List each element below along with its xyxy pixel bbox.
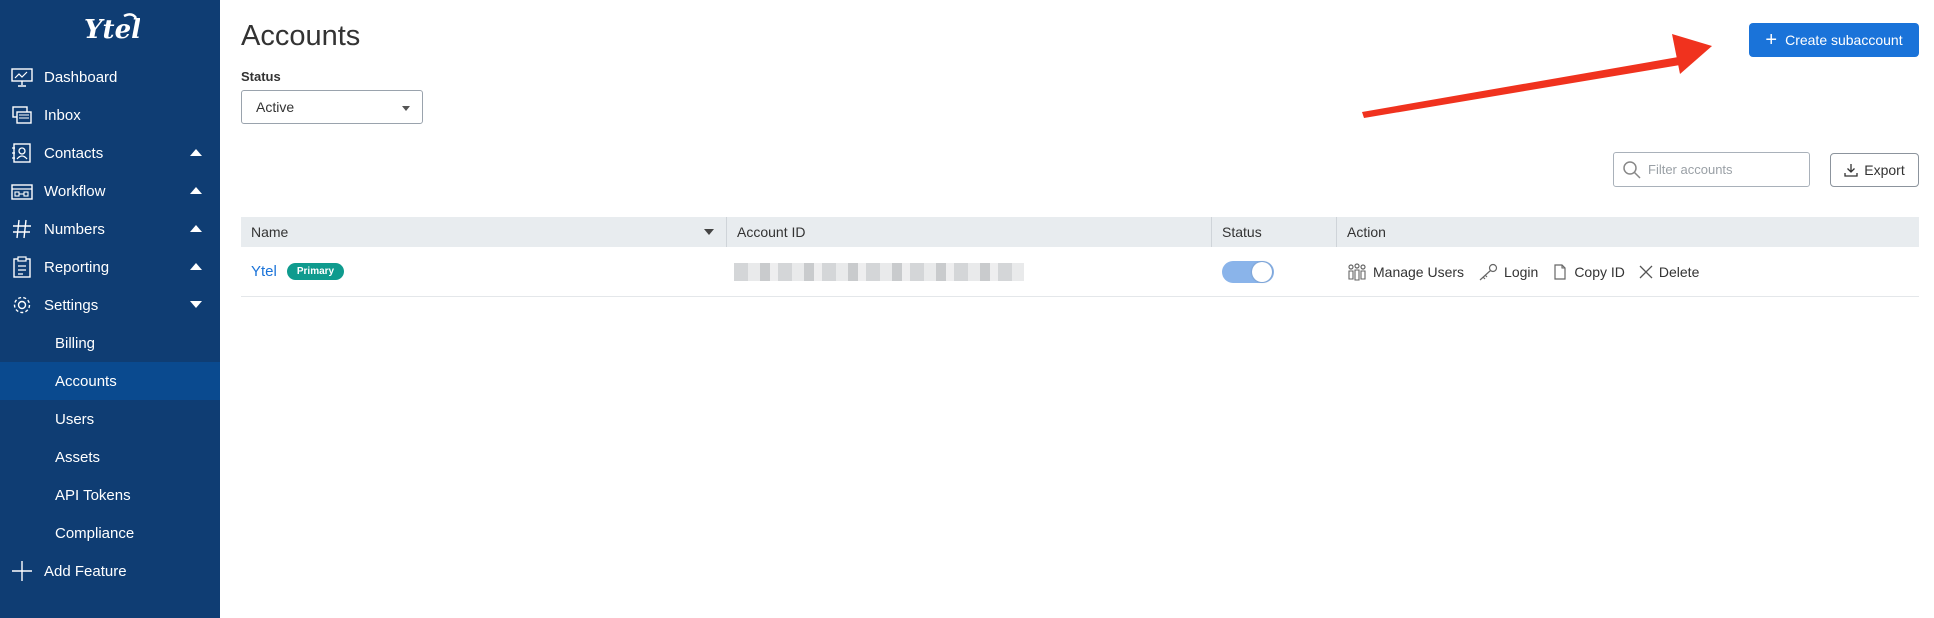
sidebar-item-label: Settings <box>44 296 99 314</box>
table-header: Name Account ID Status Action <box>241 217 1919 247</box>
download-icon <box>1844 164 1858 177</box>
account-name-link[interactable]: Ytel <box>251 263 277 280</box>
column-header-account-id: Account ID <box>727 217 1212 247</box>
filter-accounts-input[interactable] <box>1648 162 1808 177</box>
inbox-icon <box>10 103 34 127</box>
add-feature-label: Add Feature <box>44 562 127 580</box>
sidebar-subitem-accounts[interactable]: Accounts <box>0 362 220 400</box>
filter-accounts-field[interactable] <box>1613 152 1810 187</box>
account-id-cell <box>727 247 1212 296</box>
users-icon <box>1348 262 1366 281</box>
sidebar-item-settings[interactable]: Settings <box>0 286 220 324</box>
status-toggle[interactable] <box>1222 260 1274 283</box>
sidebar-item-reporting[interactable]: Reporting <box>0 248 220 286</box>
key-icon <box>1479 263 1498 280</box>
sidebar-item-label: Contacts <box>44 144 104 162</box>
ytel-logo[interactable]: Ytel <box>0 0 220 58</box>
sidebar-item-inbox[interactable]: Inbox <box>0 96 220 134</box>
chevron-up-icon[interactable] <box>190 263 202 270</box>
sidebar-item-workflow[interactable]: Workflow <box>0 172 220 210</box>
sidebar-subitem-users[interactable]: Users <box>0 400 220 438</box>
manage-users-action[interactable]: Manage Users <box>1347 262 1464 281</box>
sidebar-item-dashboard[interactable]: Dashboard <box>0 58 220 96</box>
chevron-up-icon[interactable] <box>190 225 202 232</box>
export-label: Export <box>1864 162 1905 178</box>
close-icon <box>1639 265 1653 278</box>
account-name-cell: Ytel Primary <box>241 247 727 296</box>
chevron-up-icon[interactable] <box>190 187 202 194</box>
sidebar-subitem-assets[interactable]: Assets <box>0 438 220 476</box>
reporting-icon <box>10 255 34 279</box>
column-header-name[interactable]: Name <box>241 217 727 247</box>
sidebar-item-label: Dashboard <box>44 68 118 86</box>
column-header-status: Status <box>1212 217 1337 247</box>
dashboard-icon <box>10 65 34 89</box>
redacted-account-id <box>734 262 1024 281</box>
caret-down-icon <box>402 106 410 111</box>
plus-icon: + <box>1765 29 1778 51</box>
login-action[interactable]: Login <box>1478 263 1538 281</box>
delete-action[interactable]: Delete <box>1639 264 1699 280</box>
sidebar-subitem-api-tokens[interactable]: API Tokens <box>0 476 220 514</box>
toggle-knob <box>1252 261 1272 282</box>
chevron-up-icon[interactable] <box>190 149 202 156</box>
sidebar-subitem-billing[interactable]: Billing <box>0 324 220 362</box>
page-title: Accounts <box>241 20 361 52</box>
sort-caret-icon[interactable] <box>704 229 714 235</box>
chevron-down-icon[interactable] <box>190 301 202 308</box>
sidebar-subitem-compliance[interactable]: Compliance <box>0 514 220 552</box>
plus-icon <box>10 559 34 583</box>
primary-badge: Primary <box>286 263 345 280</box>
column-header-action: Action <box>1347 224 1386 240</box>
svg-text:Ytel: Ytel <box>84 15 140 45</box>
copy-id-action[interactable]: Copy ID <box>1552 263 1625 281</box>
status-select-value: Active <box>256 99 295 115</box>
status-filter-label: Status <box>241 69 281 84</box>
create-subaccount-label: Create subaccount <box>1785 32 1903 48</box>
sidebar-item-label: Numbers <box>44 220 105 238</box>
search-icon <box>1623 160 1641 179</box>
table-row: Ytel Primary Manage Users Login Copy ID <box>241 247 1919 297</box>
gear-icon <box>10 293 34 317</box>
sidebar-item-label: Workflow <box>44 182 106 200</box>
workflow-icon <box>10 179 34 203</box>
accounts-table: Name Account ID Status Action Ytel Prima… <box>241 217 1919 297</box>
status-cell <box>1212 247 1337 296</box>
action-cell: Manage Users Login Copy ID Delete <box>1337 247 1919 296</box>
sidebar: Ytel Dashboard Inbox Contacts Workflow N… <box>0 0 220 618</box>
sidebar-item-numbers[interactable]: Numbers <box>0 210 220 248</box>
hash-icon <box>10 217 34 241</box>
sidebar-item-label: Inbox <box>44 106 81 124</box>
copy-icon <box>1554 263 1566 280</box>
ytel-logo-icon: Ytel <box>84 13 140 45</box>
status-select[interactable]: Active <box>241 90 423 124</box>
contacts-icon <box>10 141 34 165</box>
add-feature-button[interactable]: Add Feature <box>0 552 220 590</box>
create-subaccount-button[interactable]: + Create subaccount <box>1749 23 1919 57</box>
export-button[interactable]: Export <box>1830 153 1919 187</box>
sidebar-item-label: Reporting <box>44 258 110 276</box>
sidebar-item-contacts[interactable]: Contacts <box>0 134 220 172</box>
